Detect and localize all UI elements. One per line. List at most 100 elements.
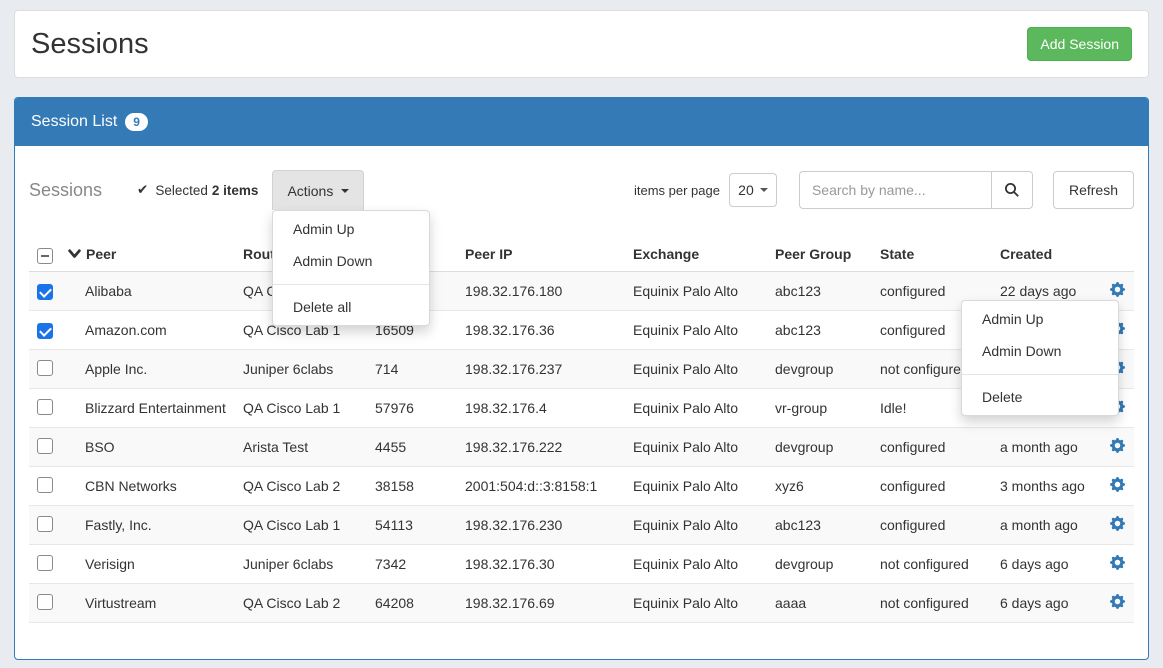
add-session-button[interactable]: Add Session [1027,27,1132,61]
table-row: CBN NetworksQA Cisco Lab 2381582001:504:… [29,467,1134,506]
menu-item-delete-all[interactable]: Delete all [273,294,429,320]
gear-icon [1110,594,1125,609]
row-settings-gear-button[interactable] [1110,516,1126,532]
sessions-table: PeerRouterASNPeer IPExchangePeer GroupSt… [29,237,1134,623]
row-actions-dropdown-menu: Admin Up Admin Down Delete [961,300,1119,416]
cell-state: not configured [880,556,1000,572]
cell-peer-ip: 198.32.176.230 [465,517,633,533]
cell-peer-ip: 198.32.176.4 [465,400,633,416]
toolbar-title: Sessions [29,180,102,201]
cell-peer-group: abc123 [775,322,880,338]
items-per-page-value: 20 [738,182,754,198]
cell-peer-ip: 198.32.176.69 [465,595,633,611]
table-header-row: PeerRouterASNPeer IPExchangePeer GroupSt… [29,237,1134,272]
row-checkbox[interactable] [37,516,53,532]
menu-item-admin-down[interactable]: Admin Down [962,338,1118,364]
table-row: BSOArista Test4455198.32.176.222Equinix … [29,428,1134,467]
menu-divider [273,284,429,285]
cell-peer-group: devgroup [775,556,880,572]
column-label: State [880,246,914,262]
cell-peer-ip: 198.32.176.30 [465,556,633,572]
cell-peer: CBN Networks [65,478,243,494]
column-header-exchange[interactable]: Exchange [633,246,775,262]
panel-header: Session List 9 [15,98,1148,146]
column-header-peer-ip[interactable]: Peer IP [465,246,633,262]
cell-peer: Verisign [65,556,243,572]
row-checkbox[interactable] [37,594,53,610]
cell-peer: Amazon.com [65,322,243,338]
row-checkbox[interactable] [37,399,53,415]
cell-peer-group: devgroup [775,361,880,377]
column-label: Peer [86,246,116,262]
search-button[interactable] [991,171,1033,209]
cell-router: Juniper 6clabs [243,556,375,572]
menu-item-admin-down[interactable]: Admin Down [273,248,429,274]
cell-created: 3 months ago [1000,478,1110,494]
cell-exchange: Equinix Palo Alto [633,595,775,611]
cell-router: Arista Test [243,439,375,455]
column-label: Created [1000,246,1052,262]
cell-created: a month ago [1000,517,1110,533]
select-all-checkbox[interactable] [37,248,53,264]
refresh-button[interactable]: Refresh [1053,171,1134,209]
cell-peer: Blizzard Entertainment [65,400,243,416]
row-checkbox[interactable] [37,477,53,493]
column-label: Peer IP [465,246,512,262]
cell-exchange: Equinix Palo Alto [633,400,775,416]
items-per-page-label: items per page [634,183,720,198]
row-checkbox[interactable] [37,284,53,300]
menu-item-delete[interactable]: Delete [962,384,1118,410]
cell-peer-group: abc123 [775,517,880,533]
row-settings-gear-button[interactable] [1110,555,1126,571]
cell-peer-ip: 198.32.176.36 [465,322,633,338]
cell-peer-group: xyz6 [775,478,880,494]
cell-router: QA Cisco Lab 2 [243,595,375,611]
gear-icon [1110,438,1125,453]
cell-router: QA Cisco Lab 1 [243,517,375,533]
menu-item-admin-up[interactable]: Admin Up [273,216,429,242]
row-checkbox[interactable] [37,360,53,376]
column-label: Peer Group [775,246,851,262]
row-checkbox[interactable] [37,555,53,571]
actions-dropdown-menu: Admin Up Admin Down Delete all [272,210,430,326]
cell-exchange: Equinix Palo Alto [633,556,775,572]
row-settings-gear-button[interactable] [1110,282,1126,298]
table-row: VerisignJuniper 6clabs7342198.32.176.30E… [29,545,1134,584]
column-header-created[interactable]: Created [1000,246,1110,262]
search-icon [1004,182,1020,198]
row-settings-gear-button[interactable] [1110,438,1126,454]
cell-asn: 57976 [375,400,465,416]
cell-peer: Alibaba [65,283,243,299]
column-header-peer[interactable]: Peer [65,246,243,262]
row-checkbox[interactable] [37,438,53,454]
cell-router: Juniper 6clabs [243,361,375,377]
cell-router: QA Cisco Lab 2 [243,478,375,494]
menu-item-admin-up[interactable]: Admin Up [962,306,1118,332]
search-input[interactable] [799,171,991,209]
panel-title: Session List [31,113,117,131]
actions-dropdown-button[interactable]: Actions [272,170,364,210]
gear-icon [1110,282,1125,297]
cell-peer: BSO [65,439,243,455]
row-settings-gear-button[interactable] [1110,594,1126,610]
cell-peer: Fastly, Inc. [65,517,243,533]
row-settings-gear-button[interactable] [1110,477,1126,493]
cell-peer: Virtustream [65,595,243,611]
cell-peer-ip: 198.32.176.237 [465,361,633,377]
column-header-peer-group[interactable]: Peer Group [775,246,880,262]
cell-exchange: Equinix Palo Alto [633,439,775,455]
gear-icon [1110,555,1125,570]
search-group [799,171,1033,209]
column-header-state[interactable]: State [880,246,1000,262]
items-per-page-select[interactable]: 20 [729,173,777,207]
cell-exchange: Equinix Palo Alto [633,322,775,338]
cell-peer-group: aaaa [775,595,880,611]
actions-button-label: Actions [287,183,333,199]
cell-exchange: Equinix Palo Alto [633,361,775,377]
table-row: VirtustreamQA Cisco Lab 264208198.32.176… [29,584,1134,623]
cell-state: configured [880,439,1000,455]
cell-router: QA Cisco Lab 1 [243,400,375,416]
row-checkbox[interactable] [37,323,53,339]
table-row: Fastly, Inc.QA Cisco Lab 154113198.32.17… [29,506,1134,545]
cell-exchange: Equinix Palo Alto [633,517,775,533]
